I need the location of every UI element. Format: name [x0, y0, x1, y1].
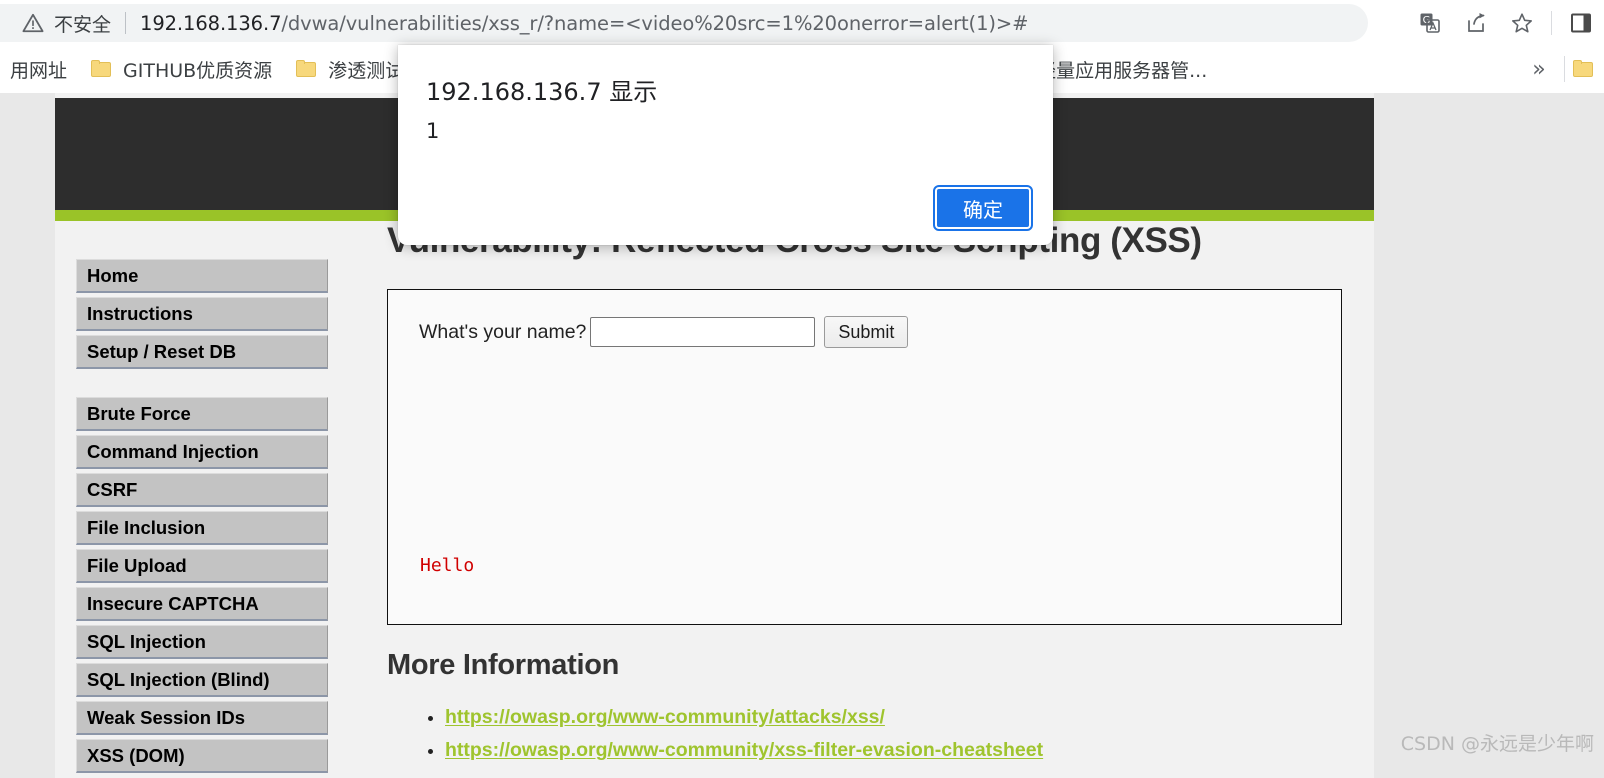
omnibox-actions: G [1407, 4, 1604, 42]
bookmark-star-icon[interactable] [1499, 4, 1545, 42]
list-item: https://owasp.org/www-community/xss-filt… [445, 739, 1352, 762]
name-input[interactable] [590, 317, 816, 348]
bookmarks-overflow-button[interactable]: » [1522, 52, 1556, 86]
actions-divider [1551, 11, 1552, 35]
bookmark-item-0[interactable]: 用网址 [0, 52, 77, 86]
name-form: What's your name? Submit [419, 316, 909, 349]
sidebar-item-sql-injection-blind[interactable]: SQL Injection (Blind) [76, 663, 328, 697]
share-icon[interactable] [1453, 4, 1499, 42]
url-path: /dvwa/vulnerabilities/xss_r/?name=<video… [281, 11, 1029, 35]
sidebar-item-xss-dom[interactable]: XSS (DOM) [76, 739, 328, 773]
translate-icon[interactable]: G [1407, 4, 1453, 42]
dvwa-body: Home Instructions Setup / Reset DB Brute… [55, 221, 1374, 778]
folder-icon [296, 60, 317, 78]
sidebar-item-file-upload[interactable]: File Upload [76, 549, 328, 583]
bookmark-label: 轻量应用服务器管... [1037, 59, 1208, 82]
owasp-xss-link[interactable]: https://owasp.org/www-community/attacks/… [445, 706, 885, 728]
sidebar-item-instructions[interactable]: Instructions [76, 297, 328, 331]
browser-chrome: 不安全 192.168.136.7/dvwa/vulnerabilities/x… [0, 0, 1604, 45]
bookmark-label: 用网址 [10, 59, 68, 82]
not-secure-warning-icon [22, 12, 44, 34]
sidebar-nav: Home Instructions Setup / Reset DB Brute… [76, 259, 328, 777]
vulnerability-panel: What's your name? Submit Hello [387, 289, 1342, 626]
more-information-title: More Information [387, 649, 620, 682]
sidebar-item-brute-force[interactable]: Brute Force [76, 397, 328, 431]
sidebar-item-command-injection[interactable]: Command Injection [76, 435, 328, 469]
sidebar-item-setup-reset-db[interactable]: Setup / Reset DB [76, 335, 328, 369]
url-host: 192.168.136.7 [140, 11, 282, 35]
name-field-label: What's your name? [419, 320, 587, 343]
xss-output-text: Hello [420, 555, 475, 577]
sidebar-item-insecure-captcha[interactable]: Insecure CAPTCHA [76, 587, 328, 621]
address-bar[interactable]: 不安全 192.168.136.7/dvwa/vulnerabilities/x… [0, 4, 1368, 42]
not-secure-label: 不安全 [54, 13, 112, 36]
alert-message: 1 [426, 119, 440, 143]
side-panel-icon[interactable] [1558, 4, 1604, 42]
owasp-cheatsheet-link[interactable]: https://owasp.org/www-community/xss-filt… [445, 739, 1043, 761]
alert-ok-button[interactable]: 确定 [933, 185, 1033, 231]
url-text[interactable]: 192.168.136.7/dvwa/vulnerabilities/xss_r… [140, 12, 1028, 35]
bookmarks-overflow: » [1522, 52, 1594, 86]
bookmark-item-1[interactable]: GITHUB优质资源 [81, 52, 282, 86]
folder-icon [91, 60, 112, 78]
list-item: https://owasp.org/www-community/attacks/… [445, 706, 1352, 729]
sidebar-item-csrf[interactable]: CSRF [76, 473, 328, 507]
main-content: Vulnerability: Reflected Cross Site Scri… [387, 221, 1352, 772]
bookmarks-divider [1564, 56, 1565, 82]
more-information-links: https://owasp.org/www-community/attacks/… [387, 706, 1352, 762]
csdn-watermark: CSDN @永远是少年啊 [1400, 733, 1594, 755]
bookmark-label: GITHUB优质资源 [123, 59, 273, 82]
folder-icon[interactable] [1573, 60, 1594, 78]
javascript-alert-dialog: 192.168.136.7 显示 1 确定 [398, 45, 1053, 245]
sidebar-item-home[interactable]: Home [76, 259, 328, 293]
omnibox-divider [125, 12, 127, 34]
sidebar-item-weak-session-ids[interactable]: Weak Session IDs [76, 701, 328, 735]
browser-window: 不安全 192.168.136.7/dvwa/vulnerabilities/x… [0, 0, 1604, 778]
sidebar-item-file-inclusion[interactable]: File Inclusion [76, 511, 328, 545]
alert-title: 192.168.136.7 显示 [426, 78, 658, 106]
sidebar-item-sql-injection[interactable]: SQL Injection [76, 625, 328, 659]
submit-button[interactable]: Submit [824, 316, 909, 349]
